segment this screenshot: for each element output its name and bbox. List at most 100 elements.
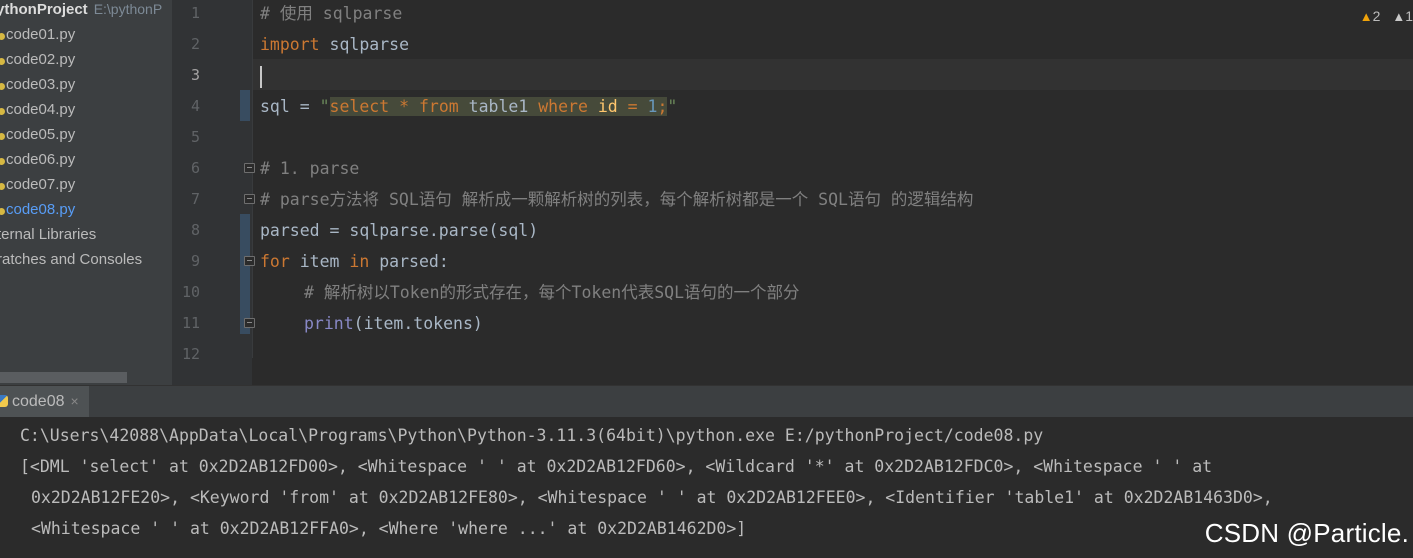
line-number: 10 bbox=[181, 283, 200, 301]
code-text: sql = "select * from table1 where id = 1… bbox=[260, 91, 677, 122]
code-line[interactable]: 2 import sqlparse bbox=[172, 29, 1413, 60]
external-libraries-label: ternal Libraries bbox=[0, 226, 97, 243]
code-text bbox=[260, 60, 262, 91]
code-text: parsed = sqlparse.parse(sql) bbox=[260, 221, 539, 240]
file-name: code03.py bbox=[6, 76, 76, 93]
text-caret bbox=[260, 65, 262, 88]
code-text: import sqlparse bbox=[260, 29, 409, 60]
line-number: 11 bbox=[181, 314, 200, 332]
sql-keyword: where bbox=[538, 97, 588, 116]
python-file-icon bbox=[0, 133, 5, 140]
python-file-icon bbox=[0, 108, 5, 115]
code-editor[interactable]: ▲2 ▲1 1 # 使用 sqlparse 2 import sqlparse … bbox=[172, 0, 1413, 385]
file-name: code05.py bbox=[6, 126, 76, 143]
sql-space bbox=[618, 97, 628, 116]
keyword: for bbox=[260, 252, 290, 271]
run-console[interactable]: C:\Users\42088\AppData\Local\Programs\Py… bbox=[0, 417, 1413, 558]
scratches-item[interactable]: ratches and Consoles bbox=[0, 247, 142, 272]
code-token: item bbox=[289, 252, 350, 271]
sql-space bbox=[409, 97, 419, 116]
code-token: sqlparse bbox=[319, 35, 410, 54]
fold-icon[interactable] bbox=[244, 318, 255, 328]
code-line[interactable]: 3 bbox=[172, 60, 1413, 91]
code-line[interactable]: 11 print(item.tokens) bbox=[172, 308, 1413, 339]
code-line[interactable]: 12 bbox=[172, 339, 1413, 370]
file-item[interactable]: code01.py bbox=[0, 22, 75, 47]
file-item[interactable]: code05.py bbox=[0, 122, 75, 147]
fold-icon[interactable] bbox=[244, 194, 255, 204]
code-text: print(item.tokens) bbox=[304, 308, 483, 339]
code-text: # 使用 sqlparse bbox=[260, 4, 403, 23]
console-line: [<DML 'select' at 0x2D2AB12FD00>, <White… bbox=[20, 457, 1213, 476]
file-item[interactable]: code02.py bbox=[0, 47, 75, 72]
python-run-icon bbox=[0, 395, 8, 407]
python-file-icon bbox=[0, 58, 5, 65]
project-tree: ythonProject E:\pythonP code01.py code02.… bbox=[0, 0, 172, 385]
run-tab[interactable]: code08 × bbox=[0, 386, 89, 417]
sql-space bbox=[638, 97, 648, 116]
file-name: code02.py bbox=[6, 51, 76, 68]
code-text: # 1. parse bbox=[260, 159, 360, 178]
sql-keyword: from bbox=[418, 97, 459, 116]
run-tab-label: code08 bbox=[12, 393, 65, 410]
fold-icon[interactable] bbox=[244, 163, 255, 173]
sidebar-scrollbar[interactable] bbox=[0, 372, 127, 383]
close-icon[interactable]: × bbox=[71, 393, 79, 409]
python-file-icon bbox=[0, 158, 5, 165]
code-line[interactable]: 8 parsed = sqlparse.parse(sql) bbox=[172, 215, 1413, 246]
file-name: code07.py bbox=[6, 176, 76, 193]
sql-column: id bbox=[597, 97, 618, 116]
file-item[interactable]: code03.py bbox=[0, 72, 75, 97]
line-number: 6 bbox=[190, 159, 200, 177]
code-token: sql = bbox=[260, 97, 320, 116]
code-line[interactable]: 6 # 1. parse bbox=[172, 153, 1413, 184]
line-number: 5 bbox=[190, 128, 200, 146]
file-item[interactable]: code06.py bbox=[0, 147, 75, 172]
code-text: # parse方法将 SQL语句 解析成一颗解析树的列表，每个解析树都是一个 S… bbox=[260, 190, 974, 209]
line-number: 9 bbox=[190, 252, 200, 270]
code-text: for item in parsed: bbox=[260, 246, 449, 277]
file-item[interactable]: code04.py bbox=[0, 97, 75, 122]
keyword: import bbox=[260, 35, 320, 54]
builtin-function: print bbox=[304, 314, 354, 333]
console-line: <Whitespace ' ' at 0x2D2AB12FFA0>, <Wher… bbox=[31, 519, 747, 538]
python-file-icon bbox=[0, 183, 5, 190]
file-name: code06.py bbox=[6, 151, 76, 168]
console-line: 0x2D2AB12FE20>, <Keyword 'from' at 0x2D2… bbox=[31, 488, 1273, 507]
python-file-icon bbox=[0, 33, 5, 40]
file-item-active[interactable]: code08.py bbox=[0, 197, 75, 222]
project-root[interactable]: ythonProject E:\pythonP bbox=[0, 0, 162, 22]
line-number: 8 bbox=[190, 221, 200, 239]
file-name: code08.py bbox=[6, 201, 76, 218]
python-file-icon bbox=[0, 83, 5, 90]
external-libraries-item[interactable]: ternal Libraries bbox=[0, 222, 96, 247]
code-line[interactable]: 1 # 使用 sqlparse bbox=[172, 0, 1413, 29]
code-line[interactable]: 10 # 解析树以Token的形式存在，每个Token代表SQL语句的一个部分 bbox=[172, 277, 1413, 308]
line-number: 1 bbox=[190, 4, 200, 22]
code-line[interactable]: 7 # parse方法将 SQL语句 解析成一颗解析树的列表，每个解析树都是一个… bbox=[172, 184, 1413, 215]
sql-wildcard: * bbox=[399, 97, 410, 116]
code-line[interactable]: 4 sql = "select * from table1 where id =… bbox=[172, 91, 1413, 122]
sql-space bbox=[588, 97, 598, 116]
scratches-label: ratches and Consoles bbox=[0, 251, 143, 268]
watermark: CSDN @Particle. bbox=[1204, 518, 1409, 548]
code-line[interactable]: 5 bbox=[172, 122, 1413, 153]
fold-icon[interactable] bbox=[244, 256, 255, 266]
run-tool-window-header: code08 × bbox=[0, 385, 1413, 417]
python-file-icon bbox=[0, 208, 5, 215]
keyword: in bbox=[349, 252, 370, 271]
sql-keyword: select bbox=[329, 97, 390, 116]
project-name: ythonProject bbox=[0, 1, 88, 18]
sql-operator: = bbox=[627, 97, 638, 116]
code-line[interactable]: 9 for item in parsed: bbox=[172, 246, 1413, 277]
string-quote: " bbox=[667, 97, 678, 116]
injected-sql: select * from table1 where id = 1; bbox=[329, 97, 668, 116]
line-number: 4 bbox=[190, 97, 200, 115]
line-number: 12 bbox=[181, 345, 200, 363]
sql-semicolon: ; bbox=[657, 97, 668, 116]
code-token: (item.tokens) bbox=[353, 314, 483, 333]
file-item[interactable]: code07.py bbox=[0, 172, 75, 197]
file-name: code01.py bbox=[6, 26, 76, 43]
file-name: code04.py bbox=[6, 101, 76, 118]
project-path: E:\pythonP bbox=[93, 1, 163, 17]
